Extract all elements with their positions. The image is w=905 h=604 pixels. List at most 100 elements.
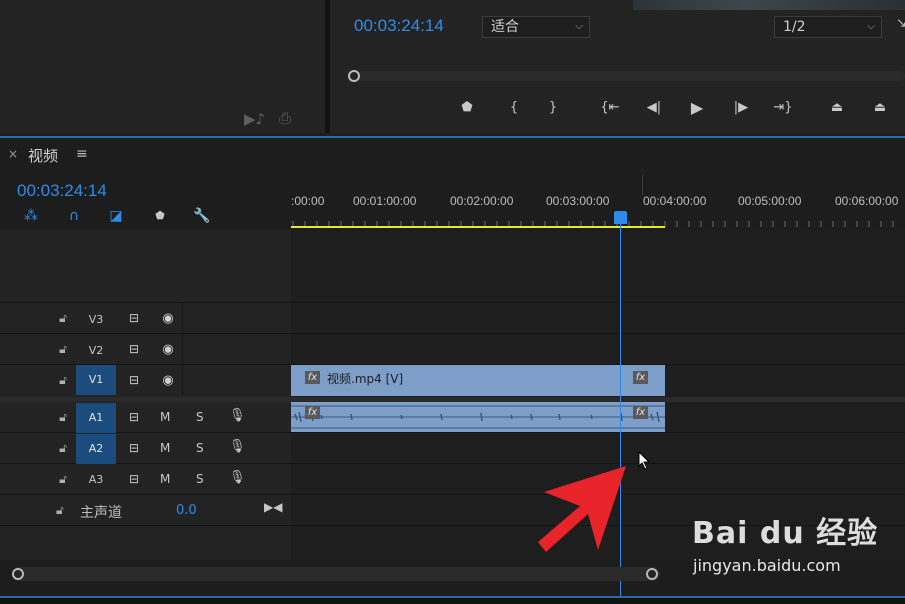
panel-menu-icon[interactable]: ≡: [76, 146, 88, 162]
sync-lock-icon[interactable]: ⊟: [124, 410, 144, 424]
chevron-down-icon: ⌵: [575, 21, 583, 32]
audio-waveform: [291, 405, 665, 429]
add-marker-icon[interactable]: ⬟: [455, 97, 479, 119]
work-area-bar[interactable]: [291, 226, 665, 228]
watermark-logo: Bai du 经验: [692, 516, 879, 551]
solo-button[interactable]: S: [196, 410, 204, 424]
export-frame-audio-icon[interactable]: ▶♪: [244, 110, 265, 128]
step-forward-icon[interactable]: |▶: [729, 97, 753, 119]
bottom-edge: [0, 598, 905, 604]
eye-icon[interactable]: ◉: [157, 311, 179, 326]
ruler-label: :00:00: [291, 194, 325, 208]
master-track-label: 主声道: [80, 505, 122, 521]
solo-button[interactable]: S: [196, 472, 204, 486]
solo-button[interactable]: S: [196, 441, 204, 455]
eye-icon[interactable]: ◉: [157, 373, 179, 388]
lock-icon[interactable]: 🔓︎: [56, 410, 70, 424]
lift-icon[interactable]: ⏏: [825, 97, 849, 119]
track-target-a3[interactable]: A3: [76, 465, 116, 495]
track-divider: [0, 494, 905, 495]
sync-lock-icon[interactable]: ⊟: [124, 472, 144, 486]
track-target-v2[interactable]: V2: [76, 336, 116, 366]
fit-select[interactable]: 适合 ⌵: [482, 16, 590, 38]
resolution-select[interactable]: 1/2 ⌵: [774, 16, 882, 38]
lock-icon[interactable]: 🔓︎: [56, 472, 70, 486]
ruler-label: 00:05:00:00: [738, 194, 802, 208]
sync-lock-icon[interactable]: ⊟: [124, 311, 144, 325]
header-separator: [182, 303, 183, 333]
snap-magnet-icon[interactable]: ∩: [64, 206, 84, 226]
mute-button[interactable]: M: [160, 472, 170, 486]
ruler-marker-line: [642, 175, 643, 195]
timeline-settings-wrench-icon[interactable]: 🔧: [192, 206, 212, 226]
fx-badge: fx: [305, 371, 320, 384]
extract-icon[interactable]: ⏏: [868, 97, 892, 119]
track-divider: [0, 302, 905, 303]
track-divider: [0, 463, 905, 464]
lock-icon[interactable]: 🔓︎: [56, 342, 70, 356]
eye-icon[interactable]: ◉: [157, 342, 179, 357]
timeline-zoom-scrollbar[interactable]: [12, 567, 660, 581]
video-preview-frame: [633, 0, 905, 10]
sync-lock-icon[interactable]: ⊟: [124, 441, 144, 455]
go-to-in-icon[interactable]: {⇤: [598, 97, 622, 119]
tab-sequence[interactable]: 视频: [28, 145, 58, 166]
track-target-v3[interactable]: V3: [76, 305, 116, 335]
go-to-edit-point-icon[interactable]: ▶◀: [264, 500, 282, 514]
lock-icon[interactable]: 🔓︎: [56, 503, 64, 518]
nest-sequence-icon[interactable]: ⁂: [21, 206, 41, 226]
close-tab-icon[interactable]: ×: [8, 147, 18, 161]
sync-lock-icon[interactable]: ⊟: [124, 373, 144, 387]
track-target-v1[interactable]: V1: [76, 365, 116, 395]
add-marker-icon[interactable]: ⬟: [150, 206, 170, 226]
program-scrub-handle[interactable]: [348, 70, 360, 82]
export-icon[interactable]: ⎙: [279, 109, 291, 127]
watermark: Bai du 经验 jingyan.baidu.com: [692, 508, 892, 588]
lock-icon[interactable]: 🔓︎: [56, 311, 70, 325]
track-target-a2[interactable]: A2: [76, 434, 116, 464]
scrollbar-right-handle[interactable]: [646, 568, 658, 580]
program-scrub-bar[interactable]: [350, 71, 905, 81]
track-divider: [0, 432, 905, 433]
fx-badge: fx: [633, 406, 648, 419]
mark-out-icon[interactable]: }: [541, 97, 565, 119]
ruler-label: 00:04:00:00: [643, 194, 707, 208]
audio-clip[interactable]: fx fx: [291, 402, 665, 432]
play-icon[interactable]: ▶: [685, 97, 709, 119]
settings-wrench-icon[interactable]: ↘: [896, 16, 905, 31]
program-timecode[interactable]: 00:03:24:14: [354, 16, 444, 36]
lock-icon[interactable]: 🔓︎: [56, 373, 70, 387]
go-to-out-icon[interactable]: ⇥}: [771, 97, 795, 119]
ruler-label: 00:02:00:00: [450, 194, 514, 208]
track-divider: [0, 333, 905, 334]
microphone-icon[interactable]: 🎙︎: [229, 470, 246, 485]
red-arrow-annotation: [538, 466, 626, 552]
fx-badge: fx: [633, 371, 648, 384]
playhead-handle[interactable]: [614, 211, 627, 224]
timeline-timecode[interactable]: 00:03:24:14: [17, 181, 107, 201]
track-target-a1[interactable]: A1: [76, 403, 116, 433]
header-separator: [182, 334, 183, 364]
track-headers: [0, 230, 291, 560]
focus-border: [0, 136, 905, 138]
clip-name: 视频.mp4 [V]: [327, 372, 404, 386]
fit-select-value: 适合: [491, 19, 519, 35]
mute-button[interactable]: M: [160, 410, 170, 424]
linked-selection-icon[interactable]: ◪: [106, 206, 126, 226]
ruler-label: 00:06:00:00: [835, 194, 899, 208]
scrollbar-left-handle[interactable]: [12, 568, 24, 580]
microphone-icon[interactable]: 🎙︎: [229, 408, 246, 423]
sync-lock-icon[interactable]: ⊟: [124, 342, 144, 356]
chevron-down-icon: ⌵: [867, 21, 875, 32]
microphone-icon[interactable]: 🎙︎: [229, 439, 246, 454]
master-volume-value[interactable]: 0.0: [176, 503, 197, 518]
mute-button[interactable]: M: [160, 441, 170, 455]
video-clip[interactable]: fx 视频.mp4 [V] fx: [291, 365, 665, 396]
step-back-icon[interactable]: ◀|: [642, 97, 666, 119]
transport-controls: ⬟ { } {⇤ ◀| ▶ |▶ ⇥} ⏏ ⏏: [448, 97, 905, 119]
ruler-label: 00:03:00:00: [546, 194, 610, 208]
mark-in-icon[interactable]: {: [502, 97, 526, 119]
fx-badge: fx: [305, 406, 320, 419]
ruler-label: 00:01:00:00: [353, 194, 417, 208]
lock-icon[interactable]: 🔓︎: [56, 441, 70, 455]
